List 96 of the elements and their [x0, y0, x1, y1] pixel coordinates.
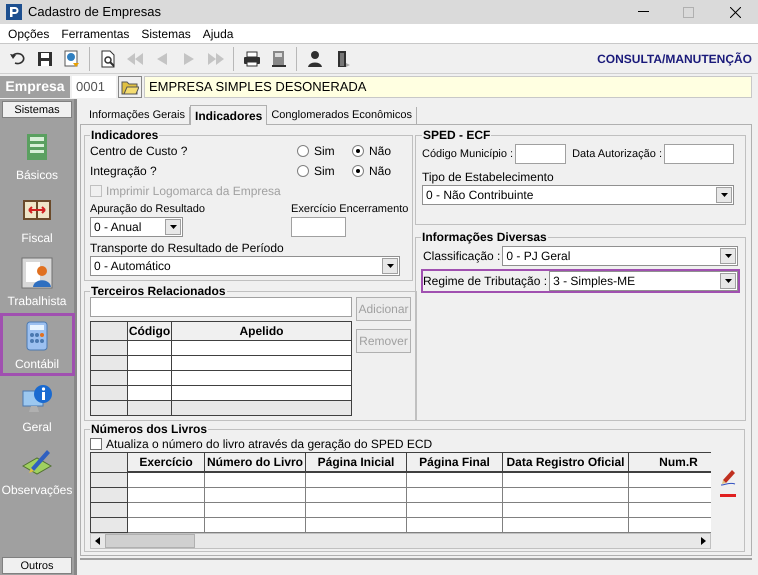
caret-icon: [386, 264, 394, 268]
preview-icon: [98, 50, 116, 68]
field-label: Transporte do Resultado de Período: [90, 241, 285, 256]
input-field[interactable]: [664, 144, 734, 164]
group-title: Informações Diversas: [421, 231, 548, 243]
horizontal-scrollbar[interactable]: [90, 532, 711, 548]
question-label: Centro de Custo ?: [90, 143, 188, 160]
app-logo-icon: [6, 4, 22, 20]
table-cell: [128, 370, 172, 386]
field-label: Apuração do Resultado: [90, 202, 205, 217]
checkbox[interactable]: [90, 438, 102, 450]
group-title: Terceiros Relacionados: [90, 285, 226, 297]
dropdown-button[interactable]: [720, 273, 736, 289]
row-header: [90, 472, 128, 487]
field-label: Tipo de Estabelecimento: [422, 170, 555, 185]
checkbox-label: Atualiza o número do livro através da geração do SPED ECD: [106, 436, 432, 452]
row-header: [90, 502, 128, 517]
machine-icon: [270, 50, 288, 68]
caret-icon: [724, 254, 732, 258]
export-icon: [62, 50, 80, 68]
scroll-thumb[interactable]: [105, 534, 195, 548]
module-icon: [21, 382, 53, 414]
menu-item[interactable]: Ajuda: [196, 24, 240, 42]
tab[interactable]: Conglomerados Econômicos: [267, 107, 417, 124]
sidebar-footer-button[interactable]: Outros: [2, 557, 72, 574]
field-label: Classificação :: [423, 248, 500, 265]
table-cell: [128, 400, 172, 416]
column-header: Apelido: [172, 322, 352, 340]
row-header: [90, 356, 128, 370]
company-name-field[interactable]: EMPRESA SIMPLES DESONERADA: [144, 76, 752, 98]
dropdown-button[interactable]: [382, 258, 398, 274]
table-cell: [128, 340, 172, 356]
remove-icon[interactable]: [720, 494, 736, 498]
column-header: Exercício: [128, 452, 204, 472]
open-folder-button[interactable]: [118, 76, 142, 98]
row-header: [90, 386, 128, 400]
column-header: Página Final: [406, 452, 502, 472]
row-header: [90, 400, 128, 416]
column-header: Código: [128, 322, 172, 340]
save-icon: [36, 50, 54, 68]
dropdown-button[interactable]: [720, 248, 736, 264]
module-icon: [21, 256, 53, 288]
input-field[interactable]: [515, 144, 566, 164]
group-title: Números dos Livros: [90, 423, 208, 435]
close-icon[interactable]: [730, 6, 741, 18]
field-label: Regime de Tributação :: [423, 273, 548, 290]
group-title: Indicadores: [90, 129, 160, 141]
code-field[interactable]: 0001: [72, 76, 116, 98]
select-field[interactable]: 0 - PJ Geral: [502, 246, 738, 266]
select-field[interactable]: 3 - Simples-ME: [549, 271, 738, 291]
column-header: Número do Livro: [204, 452, 306, 472]
field-label: Código Município :: [422, 146, 514, 162]
menu-item[interactable]: Sistemas: [135, 24, 197, 42]
radio-option[interactable]: Não: [352, 162, 407, 180]
row-header: [90, 370, 128, 386]
table-cell: [128, 386, 172, 400]
table-cell: [128, 356, 172, 370]
user-icon: [306, 50, 324, 68]
undo-icon: [8, 50, 26, 68]
select-field[interactable]: 0 - Anual: [90, 217, 183, 237]
column-header: Data Registro Oficial: [502, 452, 628, 472]
field-label: Exercício Encerramento: [291, 202, 408, 217]
checkbox-label: Imprimir Logomarca da Empresa: [106, 183, 281, 200]
folder-icon: [121, 78, 139, 94]
column-header: Página Inicial: [306, 452, 406, 472]
radio-option[interactable]: Sim: [297, 162, 352, 180]
mode-label: CONSULTA/MANUTENÇÃO: [597, 50, 753, 68]
empresa-label: Empresa: [0, 76, 70, 98]
caret-icon: [724, 279, 732, 283]
minimize-icon[interactable]: [638, 11, 649, 13]
input-field[interactable]: [90, 297, 352, 317]
radio-option[interactable]: Não: [352, 142, 407, 160]
menu-item[interactable]: Ferramentas: [55, 24, 136, 42]
row-header: [90, 517, 128, 532]
dropdown-button[interactable]: [165, 219, 181, 235]
row-header: [90, 452, 128, 472]
row-header: [90, 340, 128, 356]
question-label: Integração ?: [90, 163, 158, 180]
radio-option[interactable]: Sim: [297, 142, 352, 160]
sidebar-header-button[interactable]: Sistemas: [2, 101, 72, 118]
input-field[interactable]: [291, 217, 346, 237]
column-header: Num.R: [628, 452, 711, 472]
caret-icon: [720, 193, 728, 197]
tab[interactable]: Indicadores: [190, 105, 268, 125]
menu-item[interactable]: Opções: [2, 24, 56, 42]
select-field[interactable]: 0 - Automático: [90, 256, 400, 276]
window-title: Cadastro de Empresas: [28, 3, 162, 22]
row-header: [90, 322, 128, 340]
group-title: SPED - ECF: [422, 129, 492, 141]
caret-icon: [170, 225, 176, 229]
pencil-icon[interactable]: [719, 468, 737, 486]
print-icon: [242, 50, 260, 68]
field-label: Data Autorização :: [572, 146, 662, 162]
dropdown-button[interactable]: [716, 187, 732, 203]
select-field[interactable]: 0 - Não Contribuinte: [422, 185, 734, 205]
row-header: [90, 487, 128, 502]
